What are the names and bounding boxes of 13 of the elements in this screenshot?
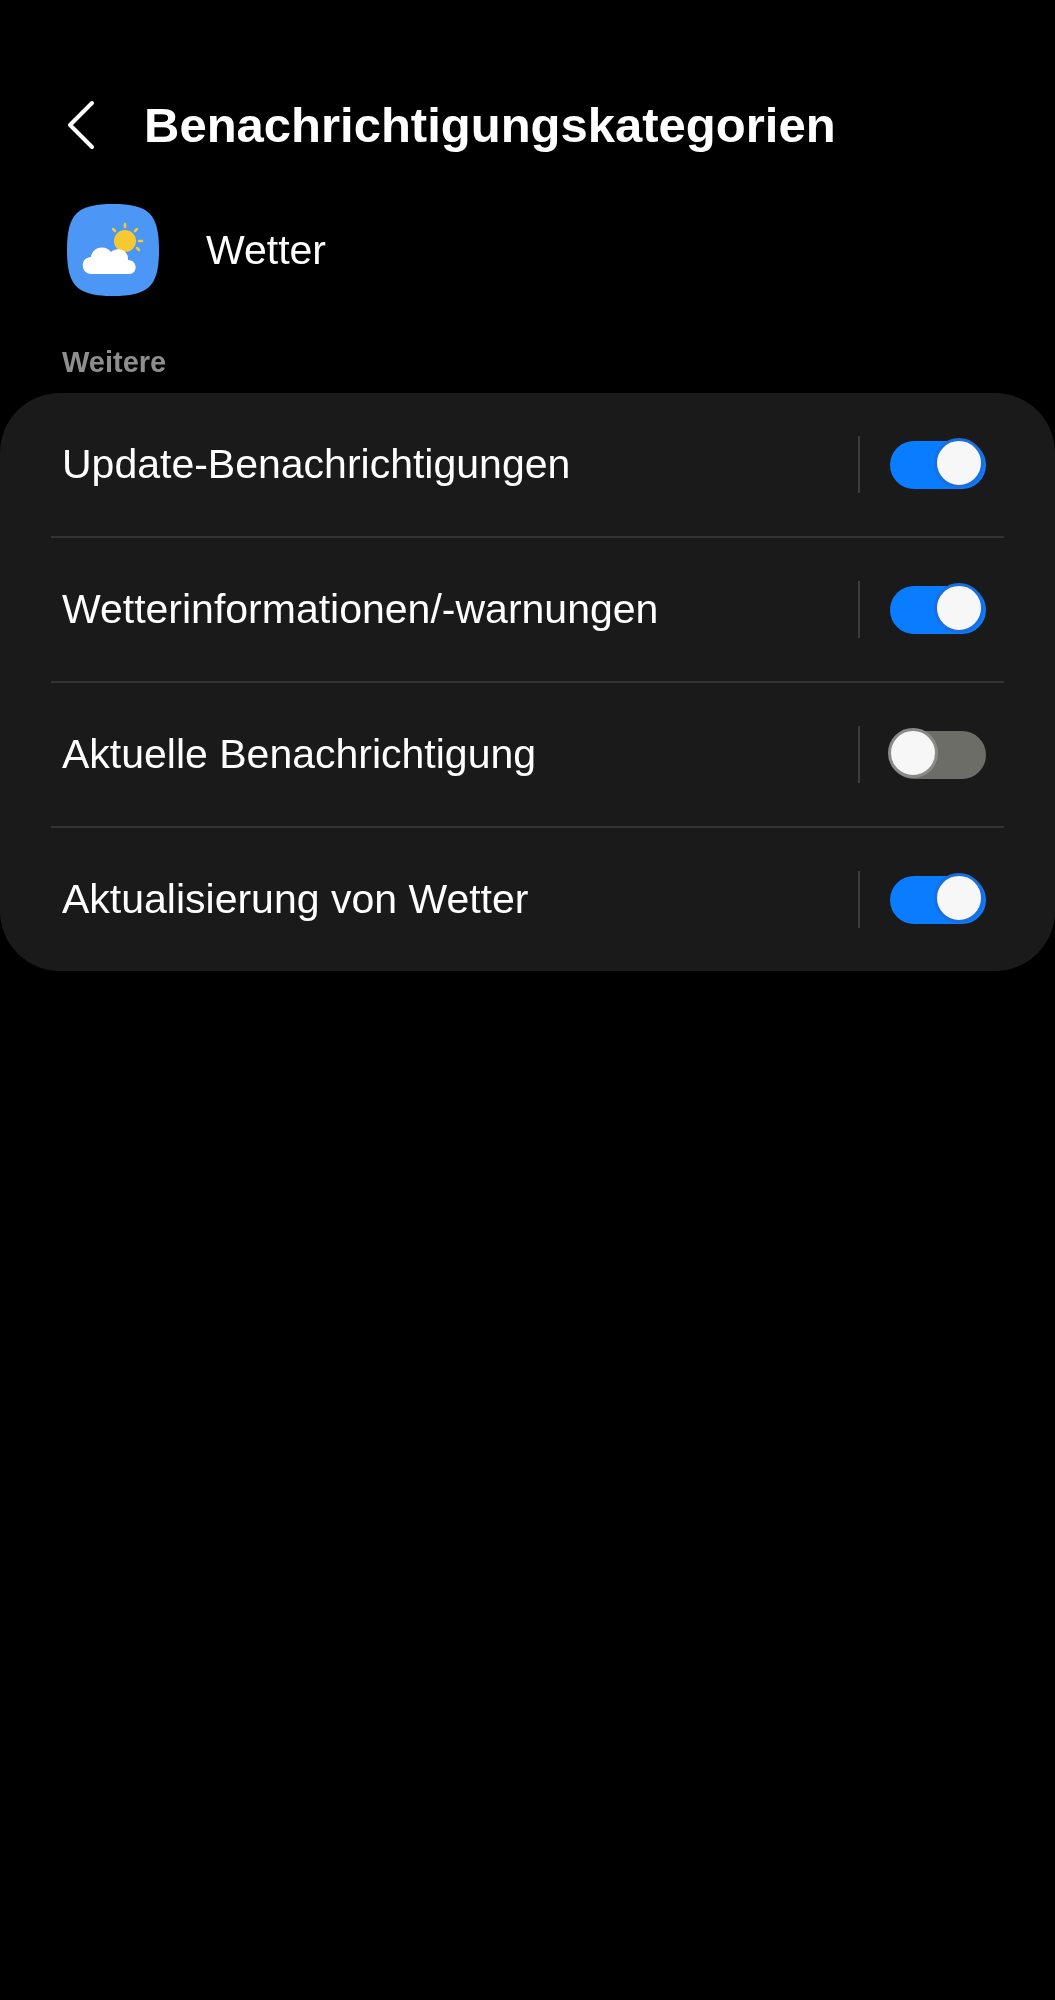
category-label: Update-Benachrichtigungen <box>62 441 572 488</box>
toggle-switch[interactable] <box>890 440 986 489</box>
page-title: Benachrichtigungskategorien <box>144 97 836 153</box>
toggle-switch[interactable] <box>890 875 986 924</box>
toggle-switch[interactable] <box>890 585 986 634</box>
app-name: Wetter <box>206 226 326 274</box>
back-icon <box>66 100 96 150</box>
category-label: Wetterinformationen/-warnungen <box>62 586 660 633</box>
section-title: Weitere <box>62 346 168 379</box>
category-label: Aktuelle Benachrichtigung <box>62 731 538 778</box>
toggle-switch[interactable] <box>890 730 986 779</box>
category-label: Aktualisierung von Wetter <box>62 876 530 923</box>
weather-app-icon <box>65 202 161 298</box>
